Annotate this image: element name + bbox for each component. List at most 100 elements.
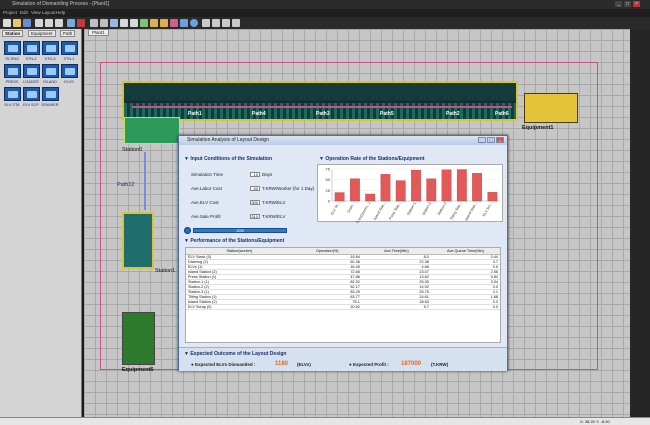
- path12-line: [144, 152, 146, 210]
- maximize-button[interactable]: □: [624, 1, 631, 7]
- drainer-station-icon[interactable]: [42, 87, 59, 101]
- chart-bar: [487, 192, 498, 202]
- menu-bar: Project Edit View Layout Help: [0, 9, 650, 17]
- simulation-progress-bar: 1000: [193, 228, 287, 233]
- chart-bar: [395, 180, 406, 202]
- vertical-scrollbar[interactable]: [630, 29, 650, 419]
- tab-equipment[interactable]: Equipment: [28, 30, 56, 37]
- path3-label[interactable]: Path3: [316, 111, 330, 117]
- cut-icon[interactable]: [35, 19, 43, 27]
- path4-label[interactable]: Path4: [252, 111, 266, 117]
- new-icon[interactable]: [3, 19, 11, 27]
- tab-path[interactable]: Path: [60, 30, 76, 37]
- operation-rate-chart-svg: 0255075ELV St... Drain... ELVs(Dismin...) I…: [326, 167, 500, 225]
- menu-edit[interactable]: Edit: [20, 10, 28, 15]
- path-tool-icon[interactable]: [170, 19, 178, 27]
- progress-text: 1000: [236, 229, 244, 233]
- zoom-out-icon[interactable]: [130, 19, 138, 27]
- minimize-button[interactable]: _: [615, 1, 622, 7]
- report-icon[interactable]: [202, 19, 210, 27]
- menu-project[interactable]: Project: [3, 10, 17, 15]
- help-icon[interactable]: [232, 19, 240, 27]
- zoom-in-icon[interactable]: [120, 19, 128, 27]
- zoom-icon[interactable]: [100, 19, 108, 27]
- path6-label[interactable]: Path6: [495, 111, 509, 117]
- chart-y-tick: 0: [328, 199, 331, 204]
- tab-station[interactable]: Station: [2, 30, 24, 37]
- line-upper-lane: [124, 83, 516, 101]
- settings-icon[interactable]: [222, 19, 230, 27]
- grid-icon[interactable]: [140, 19, 148, 27]
- close-button[interactable]: ×: [633, 1, 640, 7]
- elv-cost-unit: T.KRW/ELV: [262, 200, 286, 205]
- elv-stack-station-icon[interactable]: [4, 87, 21, 101]
- labor-cost-unit: T.KRW/Worker (for 1 Day): [262, 186, 315, 191]
- equipment6[interactable]: [122, 312, 155, 365]
- path12-label[interactable]: Path12: [117, 182, 134, 188]
- table-cell: 0.0: [430, 304, 500, 310]
- chart-icon[interactable]: [212, 19, 220, 27]
- stn1-station-icon[interactable]: [61, 41, 78, 55]
- dialog-title: Simulation Analysis of Layout Design: [179, 136, 507, 145]
- pointer-icon[interactable]: [90, 19, 98, 27]
- align-icon[interactable]: [180, 19, 188, 27]
- dialog-close-button[interactable]: ×: [496, 137, 504, 143]
- tilting-station-icon[interactable]: [4, 41, 21, 55]
- elv-cost-label: Ave.ELV Cost: [191, 200, 219, 205]
- drainer-zone[interactable]: [124, 117, 180, 144]
- delete-icon[interactable]: [77, 19, 85, 27]
- paste-icon[interactable]: [55, 19, 63, 27]
- chart-x-tick: ELV Scr...: [482, 202, 493, 218]
- stn3-station-icon[interactable]: [42, 41, 59, 55]
- station1[interactable]: [122, 212, 154, 269]
- chart-x-tick: ELVs(Dismin...): [355, 202, 371, 224]
- table-row[interactable]: ELV Scrap (0) 20.62 5.7 0.0: [186, 304, 500, 310]
- chart-y-tick: 50: [326, 177, 331, 182]
- chart-x-tick: Island Stati...: [464, 202, 478, 222]
- island-station-icon[interactable]: [42, 64, 59, 78]
- run-button[interactable]: [184, 227, 191, 234]
- menu-view[interactable]: View: [31, 10, 41, 15]
- equipment6-label: Equipment6: [122, 367, 154, 373]
- elv-scrap-station-icon[interactable]: [23, 87, 40, 101]
- loader-station-icon[interactable]: [23, 64, 40, 78]
- table-cell: 20.62: [292, 304, 362, 310]
- path1-label[interactable]: Path1: [188, 111, 202, 117]
- equipment-tool-icon[interactable]: [160, 19, 168, 27]
- run-simulation-icon[interactable]: [190, 19, 198, 27]
- labor-cost-input[interactable]: 50: [250, 186, 260, 191]
- press-station-icon[interactable]: [4, 64, 21, 78]
- operation-section-title: ▼ Operation Rate of the Stations/Equipme…: [319, 156, 425, 162]
- component-palette: Station Equipment Path TILTING STN-2 STN…: [0, 29, 82, 419]
- outcome-section-title: ▼ Expected Outcome of the Layout Design: [184, 351, 287, 357]
- dismantled-unit: (ELVs): [297, 362, 311, 367]
- dialog-minimize-button[interactable]: _: [478, 137, 486, 143]
- open-icon[interactable]: [13, 19, 21, 27]
- profit-value: 187000: [401, 361, 422, 367]
- tab-plant1[interactable]: Plant1: [88, 29, 109, 36]
- chart-bar: [441, 169, 452, 202]
- menu-layout[interactable]: Layout: [42, 10, 56, 15]
- status-bar: X: 38.20 Y: -8.90: [0, 417, 650, 425]
- sale-profit-input[interactable]: 310: [250, 214, 260, 219]
- menu-help[interactable]: Help: [56, 10, 65, 15]
- sim-time-input[interactable]: 10: [250, 172, 260, 177]
- station-tool-icon[interactable]: [150, 19, 158, 27]
- dialog-maximize-button[interactable]: □: [487, 137, 495, 143]
- chart-x-tick: Drain...: [347, 202, 356, 214]
- path5-label[interactable]: Path5: [380, 111, 394, 117]
- pan-icon[interactable]: [110, 19, 118, 27]
- elvs-station-icon[interactable]: [61, 64, 78, 78]
- elv-cost-input[interactable]: 300: [250, 200, 260, 205]
- chart-bar: [426, 178, 437, 202]
- path2-label[interactable]: Path2: [446, 111, 460, 117]
- select-icon[interactable]: [67, 19, 75, 27]
- save-icon[interactable]: [23, 19, 31, 27]
- stn2-station-icon[interactable]: [23, 41, 40, 55]
- palette-label-elvs: ELVS: [64, 80, 74, 84]
- copy-icon[interactable]: [45, 19, 53, 27]
- station1-label: Station1: [155, 268, 176, 274]
- palette-label-loader: LOADER: [23, 80, 39, 84]
- equipment1[interactable]: [524, 93, 578, 123]
- profit-unit: (T.KRW): [431, 362, 449, 367]
